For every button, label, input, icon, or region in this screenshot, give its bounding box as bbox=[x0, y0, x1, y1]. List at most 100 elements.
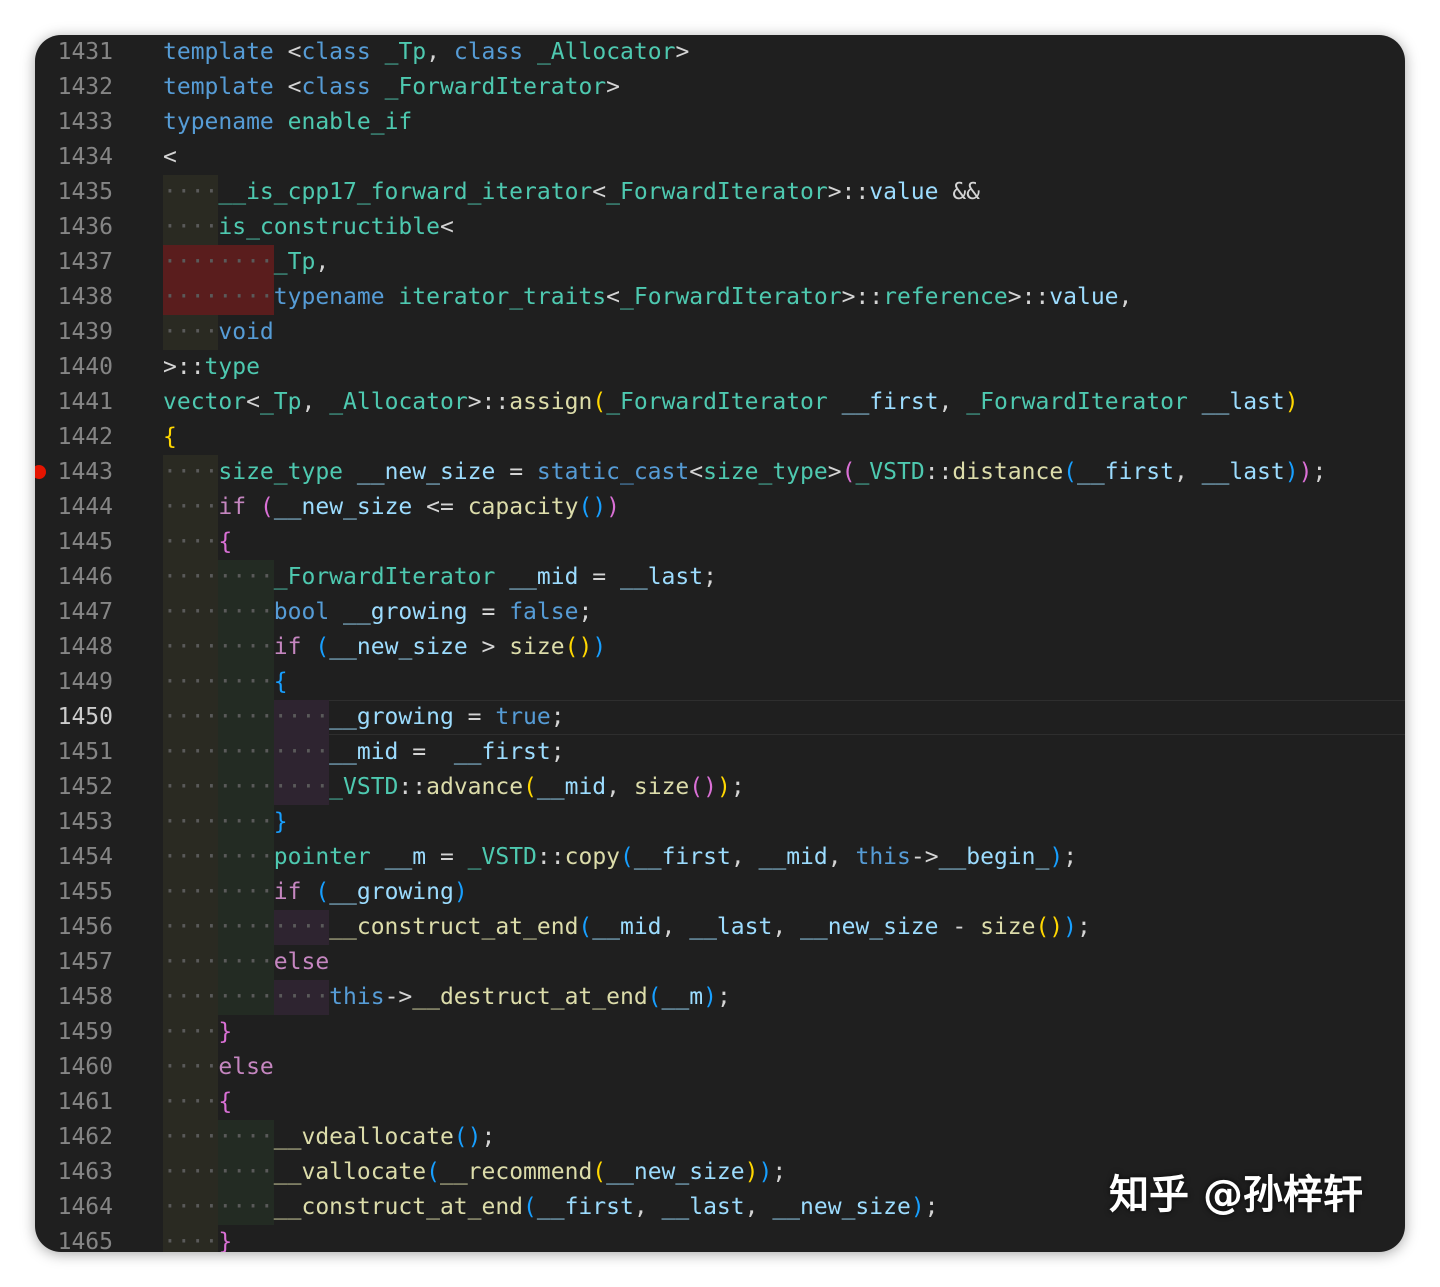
line-number[interactable]: 1431 bbox=[35, 35, 113, 70]
code-line[interactable]: 1449 ········{ bbox=[35, 665, 1405, 700]
code-text[interactable]: ········__vallocate(__recommend(__new_si… bbox=[163, 1155, 786, 1190]
line-number[interactable]: 1432 bbox=[35, 70, 113, 105]
code-line[interactable]: 1457 ········else bbox=[35, 945, 1405, 980]
line-number[interactable]: 1446 bbox=[35, 560, 113, 595]
code-text[interactable]: ········else bbox=[163, 945, 329, 980]
code-text[interactable]: ············__mid = __first; bbox=[163, 735, 565, 770]
code-text[interactable]: ········if (__new_size > size()) bbox=[163, 630, 606, 665]
code-text[interactable]: ········__construct_at_end(__first, __la… bbox=[163, 1190, 939, 1225]
code-text[interactable]: ····} bbox=[163, 1015, 232, 1050]
code-line[interactable]: 1453 ········} bbox=[35, 805, 1405, 840]
code-line[interactable]: 1436 ····is_constructible< bbox=[35, 210, 1405, 245]
code-text[interactable]: ············this->__destruct_at_end(__m)… bbox=[163, 980, 731, 1015]
code-text[interactable]: ············_VSTD::advance(__mid, size()… bbox=[163, 770, 745, 805]
code-line[interactable]: 1462 ········__vdeallocate(); bbox=[35, 1120, 1405, 1155]
line-number[interactable]: 1451 bbox=[35, 735, 113, 770]
code-line[interactable]: 1439 ····void bbox=[35, 315, 1405, 350]
code-line[interactable]: 1431 template <class _Tp, class _Allocato… bbox=[35, 35, 1405, 70]
code-line[interactable]: 1435 ····__is_cpp17_forward_iterator<_For… bbox=[35, 175, 1405, 210]
code-line[interactable]: 1433 typename enable_if bbox=[35, 105, 1405, 140]
line-number[interactable]: 1452 bbox=[35, 770, 113, 805]
line-number[interactable]: 1448 bbox=[35, 630, 113, 665]
line-number[interactable]: 1465 bbox=[35, 1225, 113, 1252]
line-number[interactable]: 1463 bbox=[35, 1155, 113, 1190]
code-line[interactable]: 1438 ········typename iterator_traits<_Fo… bbox=[35, 280, 1405, 315]
code-text[interactable]: ····is_constructible< bbox=[163, 210, 454, 245]
code-line[interactable]: 1465 ····} bbox=[35, 1225, 1405, 1252]
code-line[interactable]: 1445 ····{ bbox=[35, 525, 1405, 560]
line-number[interactable]: 1434 bbox=[35, 140, 113, 175]
code-line[interactable]: 1447 ········bool __growing = false; bbox=[35, 595, 1405, 630]
line-number[interactable]: 1433 bbox=[35, 105, 113, 140]
code-line[interactable]: 1452 ············_VSTD::advance(__mid, si… bbox=[35, 770, 1405, 805]
code-line[interactable]: 1451 ············__mid = __first; bbox=[35, 735, 1405, 770]
code-text[interactable]: template <class _Tp, class _Allocator> bbox=[163, 35, 689, 70]
line-number[interactable]: 1461 bbox=[35, 1085, 113, 1120]
line-number[interactable]: 1442 bbox=[35, 420, 113, 455]
line-number[interactable]: 1457 bbox=[35, 945, 113, 980]
line-number[interactable]: 1449 bbox=[35, 665, 113, 700]
code-text[interactable]: ····__is_cpp17_forward_iterator<_Forward… bbox=[163, 175, 980, 210]
line-number[interactable]: 1439 bbox=[35, 315, 113, 350]
code-text[interactable]: vector<_Tp, _Allocator>::assign(_Forward… bbox=[163, 385, 1299, 420]
code-line[interactable]: 1437 ········_Tp, bbox=[35, 245, 1405, 280]
line-number[interactable]: 1443 bbox=[35, 455, 113, 490]
code-text[interactable]: ····} bbox=[163, 1225, 232, 1252]
line-number[interactable]: 1437 bbox=[35, 245, 113, 280]
line-number[interactable]: 1462 bbox=[35, 1120, 113, 1155]
line-number[interactable]: 1441 bbox=[35, 385, 113, 420]
code-text[interactable]: ····else bbox=[163, 1050, 274, 1085]
code-text[interactable]: ········if (__growing) bbox=[163, 875, 468, 910]
code-line[interactable]: 1440 >::type bbox=[35, 350, 1405, 385]
code-text[interactable]: ········{ bbox=[163, 665, 288, 700]
line-number[interactable]: 1436 bbox=[35, 210, 113, 245]
code-line[interactable]: 1448 ········if (__new_size > size()) bbox=[35, 630, 1405, 665]
code-line[interactable]: 1461 ····{ bbox=[35, 1085, 1405, 1120]
code-text[interactable]: ········bool __growing = false; bbox=[163, 595, 592, 630]
code-line[interactable]: 1458 ············this->__destruct_at_end(… bbox=[35, 980, 1405, 1015]
code-text[interactable]: { bbox=[163, 420, 177, 455]
code-text[interactable]: ····{ bbox=[163, 1085, 232, 1120]
line-number[interactable]: 1459 bbox=[35, 1015, 113, 1050]
code-text[interactable]: ············__construct_at_end(__mid, __… bbox=[163, 910, 1091, 945]
code-text[interactable]: ········typename iterator_traits<_Forwar… bbox=[163, 280, 1132, 315]
code-text[interactable]: ············__growing = true; bbox=[163, 700, 565, 735]
code-text[interactable]: template <class _ForwardIterator> bbox=[163, 70, 620, 105]
code-line[interactable]: 1454 ········pointer __m = _VSTD::copy(__… bbox=[35, 840, 1405, 875]
line-number[interactable]: 1464 bbox=[35, 1190, 113, 1225]
code-text[interactable]: typename enable_if bbox=[163, 105, 412, 140]
code-line[interactable]: 1434 < bbox=[35, 140, 1405, 175]
line-number[interactable]: 1444 bbox=[35, 490, 113, 525]
code-line[interactable]: 1446 ········_ForwardIterator __mid = __l… bbox=[35, 560, 1405, 595]
code-line[interactable]: 1442 { bbox=[35, 420, 1405, 455]
code-text[interactable]: ····if (__new_size <= capacity()) bbox=[163, 490, 620, 525]
code-text[interactable]: ········pointer __m = _VSTD::copy(__firs… bbox=[163, 840, 1077, 875]
line-number[interactable]: 1447 bbox=[35, 595, 113, 630]
code-text[interactable]: ····{ bbox=[163, 525, 232, 560]
code-line[interactable]: 1460 ····else bbox=[35, 1050, 1405, 1085]
code-line[interactable]: 1432 template <class _ForwardIterator> bbox=[35, 70, 1405, 105]
code-text[interactable]: ········__vdeallocate(); bbox=[163, 1120, 495, 1155]
line-number[interactable]: 1450 bbox=[35, 700, 113, 735]
line-number[interactable]: 1454 bbox=[35, 840, 113, 875]
line-number[interactable]: 1438 bbox=[35, 280, 113, 315]
line-number[interactable]: 1445 bbox=[35, 525, 113, 560]
line-number[interactable]: 1435 bbox=[35, 175, 113, 210]
code-text[interactable]: ····void bbox=[163, 315, 274, 350]
code-text[interactable]: >::type bbox=[163, 350, 260, 385]
code-text[interactable]: ········_ForwardIterator __mid = __last; bbox=[163, 560, 717, 595]
line-number[interactable]: 1460 bbox=[35, 1050, 113, 1085]
code-line[interactable]: 1456 ············__construct_at_end(__mid… bbox=[35, 910, 1405, 945]
line-number[interactable]: 1455 bbox=[35, 875, 113, 910]
code-line[interactable]: 1455 ········if (__growing) bbox=[35, 875, 1405, 910]
code-line[interactable]: 1441 vector<_Tp, _Allocator>::assign(_For… bbox=[35, 385, 1405, 420]
line-number[interactable]: 1453 bbox=[35, 805, 113, 840]
code-line[interactable]: 1450 ············__growing = true; bbox=[35, 700, 1405, 735]
code-text[interactable]: ········} bbox=[163, 805, 288, 840]
code-text[interactable]: ····size_type __new_size = static_cast<s… bbox=[163, 455, 1326, 490]
code-text[interactable]: ········_Tp, bbox=[163, 245, 329, 280]
code-line[interactable]: 1443 ····size_type __new_size = static_ca… bbox=[35, 455, 1405, 490]
line-number[interactable]: 1458 bbox=[35, 980, 113, 1015]
code-text[interactable]: < bbox=[163, 140, 177, 175]
code-line[interactable]: 1444 ····if (__new_size <= capacity()) bbox=[35, 490, 1405, 525]
